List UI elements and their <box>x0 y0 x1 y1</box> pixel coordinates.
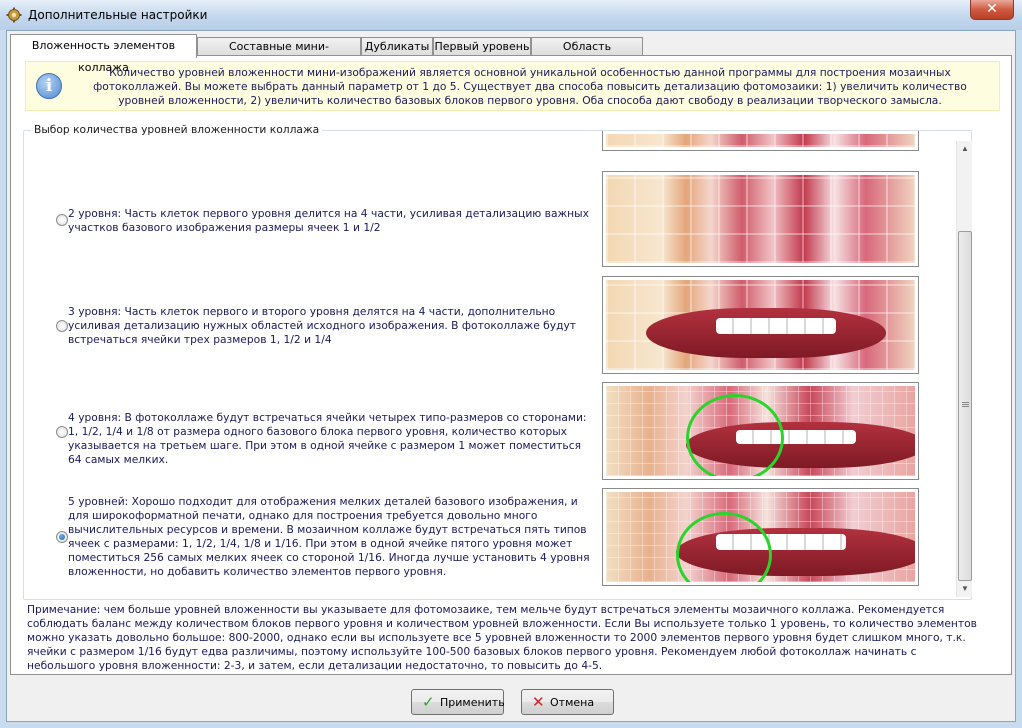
tab-composite-thumbnails[interactable]: Составные мини-изображения <box>197 37 361 70</box>
scroll-up-arrow-icon[interactable]: ▲ <box>957 141 973 157</box>
option-level-4-text: 4 уровня: В фотоколлаже будут встречатьс… <box>68 411 587 466</box>
nesting-level-group: 2 уровня: Часть клеток первого уровня де… <box>23 130 972 600</box>
radio-level-2[interactable] <box>56 214 68 226</box>
note-text: Примечание: чем больше уровней вложеннос… <box>27 603 977 672</box>
option-level-3-text: 3 уровня: Часть клеток первого и второго… <box>68 305 577 346</box>
cross-icon: ✕ <box>532 693 545 711</box>
gear-icon <box>6 7 22 23</box>
info-icon: i <box>36 73 62 99</box>
dialog-client: Вложенность элементов коллажа Составные … <box>6 30 1016 722</box>
tab-fill-area[interactable]: Область заполнения <box>531 37 643 70</box>
apply-label: Применить <box>440 696 505 709</box>
scrollbar-thumb[interactable] <box>958 231 972 581</box>
grip-icon <box>962 402 969 408</box>
preview-level-4 <box>602 382 919 480</box>
radio-level-4[interactable] <box>56 426 68 438</box>
close-button[interactable]: ✕ <box>970 0 1014 20</box>
preview-level-2 <box>602 171 919 267</box>
info-banner: i Количество уровней вложенности мини-из… <box>25 61 1000 111</box>
group-legend: Выбор количества уровней вложенности кол… <box>31 123 323 136</box>
tab-panel: i Количество уровней вложенности мини-из… <box>10 55 1012 675</box>
tab-nesting[interactable]: Вложенность элементов коллажа <box>10 34 197 74</box>
window-title: Дополнительные настройки <box>28 8 208 22</box>
close-icon: ✕ <box>986 1 998 17</box>
option-level-5-text: 5 уровней: Хорошо подходит для отображен… <box>68 495 590 578</box>
checkmark-icon: ✓ <box>422 693 435 711</box>
title-bar: Дополнительные настройки ✕ <box>0 0 1022 30</box>
preview-level-5 <box>602 488 919 586</box>
vertical-scrollbar[interactable]: ▲ ▼ <box>956 141 972 597</box>
option-level-2-text: 2 уровня: Часть клеток первого уровня де… <box>68 207 589 234</box>
preview-level-1 <box>602 131 919 151</box>
cancel-label: Отмена <box>550 696 595 709</box>
scroll-down-arrow-icon[interactable]: ▼ <box>957 581 973 597</box>
tab-first-level[interactable]: Первый уровень <box>433 37 531 56</box>
cancel-button[interactable]: ✕ Отмена <box>521 689 614 715</box>
radio-level-3[interactable] <box>56 320 68 332</box>
preview-level-3 <box>602 276 919 374</box>
tab-duplicates[interactable]: Дубликаты <box>361 37 433 56</box>
apply-button[interactable]: ✓ Применить <box>411 689 505 715</box>
info-text: Количество уровней вложенности мини-изоб… <box>93 66 967 107</box>
radio-level-5[interactable] <box>56 531 68 543</box>
